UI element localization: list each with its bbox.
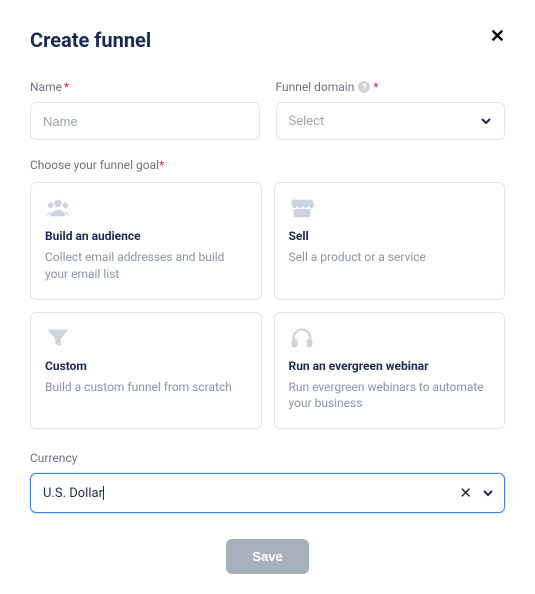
headset-icon	[289, 327, 315, 349]
required-mark: *	[64, 80, 69, 94]
info-icon[interactable]: ?	[358, 81, 370, 93]
goal-desc: Collect email addresses and build your e…	[45, 249, 247, 283]
currency-combobox[interactable]: U.S. Dollar ✕	[30, 473, 505, 513]
goal-webinar[interactable]: Run an evergreen webinar Run evergreen w…	[274, 312, 506, 430]
goal-title: Custom	[45, 359, 247, 373]
required-mark: *	[373, 80, 378, 94]
goal-title: Build an audience	[45, 229, 247, 243]
footer: Save	[30, 539, 505, 574]
currency-value: U.S. Dollar	[43, 486, 104, 501]
clear-icon[interactable]: ✕	[457, 484, 474, 502]
goal-grid: Build an audience Collect email addresse…	[30, 182, 505, 429]
save-button[interactable]: Save	[226, 539, 308, 574]
modal-title: Create funnel	[30, 28, 505, 52]
goal-label-text: Choose your funnel goal	[30, 158, 159, 172]
currency-field: Currency U.S. Dollar ✕	[30, 451, 505, 513]
currency-label: Currency	[30, 451, 505, 465]
close-icon[interactable]: ✕	[490, 28, 505, 46]
domain-select-placeholder: Select	[289, 114, 325, 129]
name-label: Name*	[30, 80, 260, 94]
goal-desc: Sell a product or a service	[289, 249, 491, 266]
top-row: Name* Funnel domain ?* Select	[30, 80, 505, 140]
domain-select[interactable]: Select	[276, 102, 506, 140]
goal-title: Sell	[289, 229, 491, 243]
goal-desc: Build a custom funnel from scratch	[45, 379, 247, 396]
domain-field: Funnel domain ?* Select	[276, 80, 506, 140]
audience-icon	[45, 197, 71, 219]
text-cursor	[103, 486, 104, 500]
required-mark: *	[159, 158, 164, 172]
goal-desc: Run evergreen webinars to automate your …	[289, 379, 491, 413]
goal-label: Choose your funnel goal*	[30, 158, 505, 172]
create-funnel-modal: ✕ Create funnel Name* Funnel domain ?* S…	[0, 0, 535, 594]
funnel-icon	[45, 327, 71, 349]
domain-label: Funnel domain ?*	[276, 80, 506, 94]
goal-sell[interactable]: Sell Sell a product or a service	[274, 182, 506, 300]
goal-custom[interactable]: Custom Build a custom funnel from scratc…	[30, 312, 262, 430]
store-icon	[289, 197, 315, 219]
name-input[interactable]	[30, 102, 260, 140]
goal-audience[interactable]: Build an audience Collect email addresse…	[30, 182, 262, 300]
domain-label-text: Funnel domain	[276, 80, 355, 94]
chevron-down-icon	[480, 115, 492, 127]
name-field: Name*	[30, 80, 260, 140]
name-label-text: Name	[30, 80, 62, 94]
chevron-down-icon[interactable]	[482, 487, 494, 499]
goal-title: Run an evergreen webinar	[289, 359, 491, 373]
